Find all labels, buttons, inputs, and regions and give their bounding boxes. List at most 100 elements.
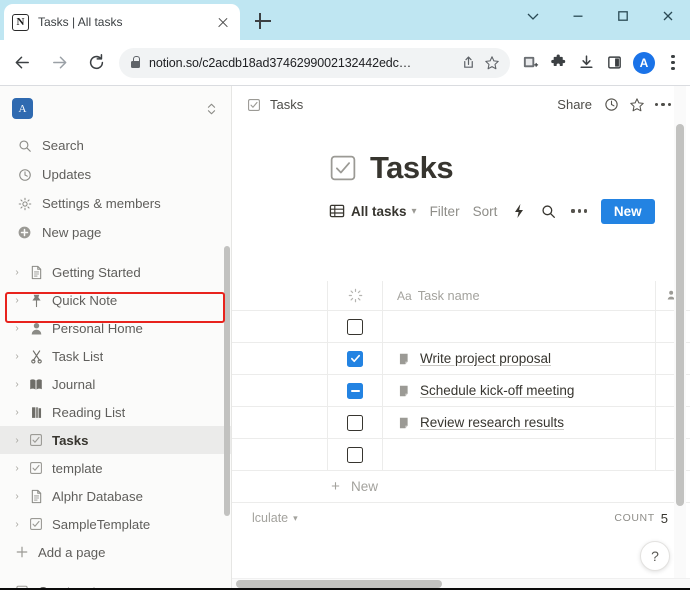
- updown-chevron-icon[interactable]: [202, 99, 220, 119]
- table-row[interactable]: Write project proposal: [232, 343, 690, 375]
- row-checkbox[interactable]: [347, 414, 363, 431]
- row-name-cell[interactable]: Review research results: [383, 407, 656, 438]
- row-checkbox[interactable]: [347, 382, 363, 399]
- forward-arrow-icon[interactable]: [44, 48, 74, 78]
- address-bar[interactable]: notion.so/c2acdb18ad3746299002132442edc…: [119, 47, 510, 78]
- more-dots-icon[interactable]: [650, 93, 676, 117]
- downloads-icon[interactable]: [572, 48, 600, 78]
- kebab-menu-icon[interactable]: [660, 48, 686, 78]
- row-name-cell[interactable]: Schedule kick-off meeting: [383, 375, 656, 406]
- sidebar-scrollbar[interactable]: [224, 246, 230, 516]
- new-record-button[interactable]: New: [600, 198, 655, 224]
- chevron-right-icon[interactable]: ›: [10, 265, 24, 279]
- breadcrumb[interactable]: Tasks: [270, 97, 303, 112]
- sidebar-page-alphr-database[interactable]: › Alphr Database: [0, 482, 232, 510]
- workspace-avatar: A: [12, 98, 33, 119]
- document-icon: [27, 488, 45, 505]
- sidebar-add-a-page[interactable]: Add a page: [0, 538, 232, 566]
- sidebar-page-task-list[interactable]: › Task List: [0, 342, 232, 370]
- main-scrollbar[interactable]: [676, 124, 684, 506]
- sidebar-page-getting-started[interactable]: › Getting Started: [0, 258, 232, 286]
- row-checkbox[interactable]: [347, 446, 363, 463]
- current-view-name[interactable]: All tasks: [351, 204, 407, 219]
- close-icon[interactable]: [214, 13, 232, 31]
- help-button[interactable]: ?: [640, 541, 670, 571]
- close-window-icon[interactable]: [645, 0, 690, 32]
- search-icon[interactable]: [540, 203, 557, 220]
- sidebar-item-label: New page: [42, 225, 102, 240]
- page-title-row: Tasks: [232, 152, 690, 183]
- star-icon[interactable]: [480, 51, 504, 75]
- sidebar-page-personal-home[interactable]: › Personal Home: [0, 314, 232, 342]
- calculate-button[interactable]: lculate ▾: [252, 511, 298, 525]
- sidebar-page-sampletemplate[interactable]: › SampleTemplate: [0, 510, 232, 538]
- table-row[interactable]: [232, 311, 690, 343]
- row-checkbox-cell[interactable]: [328, 439, 383, 470]
- workspace-header[interactable]: A: [0, 86, 232, 131]
- side-panel-icon[interactable]: [600, 48, 628, 78]
- clock-icon[interactable]: [598, 93, 624, 117]
- reload-icon[interactable]: [81, 48, 111, 78]
- chevron-right-icon[interactable]: ›: [10, 377, 24, 391]
- screen-capture-icon[interactable]: [516, 48, 544, 78]
- row-checkbox[interactable]: [347, 350, 363, 367]
- maximize-icon[interactable]: [600, 0, 645, 32]
- row-checkbox-cell[interactable]: [328, 407, 383, 438]
- plus-icon: +: [331, 478, 340, 495]
- table-row[interactable]: [232, 439, 690, 471]
- horizontal-scrollbar[interactable]: [236, 580, 442, 588]
- table-row[interactable]: Review research results: [232, 407, 690, 439]
- sidebar: A Search Updates Settings & members New …: [0, 86, 232, 590]
- column-header-done[interactable]: [328, 281, 383, 310]
- table-row[interactable]: Schedule kick-off meeting: [232, 375, 690, 407]
- chevron-right-icon[interactable]: ›: [10, 461, 24, 475]
- chevron-right-icon[interactable]: ›: [10, 293, 24, 307]
- sidebar-item-search[interactable]: Search: [0, 131, 232, 160]
- row-name-cell[interactable]: [383, 311, 656, 342]
- row-checkbox-cell[interactable]: [328, 375, 383, 406]
- row-checkbox-cell[interactable]: [328, 311, 383, 342]
- main-content: Tasks Share Tasks All tasks ▾ Filter Sor…: [232, 86, 690, 590]
- page-document-icon: [397, 415, 412, 430]
- extensions-puzzle-icon[interactable]: [544, 48, 572, 78]
- sort-button[interactable]: Sort: [473, 204, 498, 219]
- chevron-right-icon[interactable]: ›: [10, 433, 24, 447]
- sidebar-page-journal[interactable]: › Journal: [0, 370, 232, 398]
- chevron-down-icon[interactable]: [510, 0, 555, 32]
- sidebar-page-label: Reading List: [52, 404, 126, 420]
- sidebar-item-new-page[interactable]: New page: [0, 218, 232, 247]
- row-name-cell[interactable]: Write project proposal: [383, 343, 656, 374]
- minimize-icon[interactable]: [555, 0, 600, 32]
- sidebar-item-updates[interactable]: Updates: [0, 160, 232, 189]
- browser-tab[interactable]: N Tasks | All tasks: [4, 4, 240, 40]
- books-icon: [27, 404, 45, 421]
- chevron-right-icon[interactable]: ›: [10, 489, 24, 503]
- add-new-row-button[interactable]: + New: [232, 471, 690, 503]
- document-body: Tasks All tasks ▾ Filter Sort New Aa Tas…: [232, 123, 690, 590]
- sidebar-page-template[interactable]: › template: [0, 454, 232, 482]
- profile-avatar[interactable]: A: [633, 51, 655, 74]
- chevron-right-icon[interactable]: ›: [10, 517, 24, 531]
- row-checkbox-cell[interactable]: [328, 343, 383, 374]
- sidebar-item-settings[interactable]: Settings & members: [0, 189, 232, 218]
- chevron-down-icon[interactable]: ▾: [412, 206, 417, 217]
- sidebar-page-quick-note[interactable]: › Quick Note: [0, 286, 232, 314]
- sidebar-page-label: Personal Home: [52, 320, 143, 336]
- lightning-icon[interactable]: [510, 203, 527, 220]
- more-dots-icon[interactable]: [571, 209, 587, 213]
- chevron-right-icon[interactable]: ›: [10, 405, 24, 419]
- share-button[interactable]: Share: [551, 94, 598, 115]
- share-icon[interactable]: [456, 51, 480, 75]
- back-arrow-icon[interactable]: [7, 48, 37, 78]
- filter-button[interactable]: Filter: [430, 204, 460, 219]
- sidebar-page-reading-list[interactable]: › Reading List: [0, 398, 232, 426]
- row-checkbox[interactable]: [347, 318, 363, 335]
- checkbox-icon: [27, 460, 45, 477]
- row-name-cell[interactable]: [383, 439, 656, 470]
- chevron-right-icon[interactable]: ›: [10, 349, 24, 363]
- sidebar-page-tasks[interactable]: › Tasks: [0, 426, 232, 454]
- chevron-right-icon[interactable]: ›: [10, 321, 24, 335]
- star-icon[interactable]: [624, 93, 650, 117]
- new-tab-button[interactable]: [252, 10, 274, 32]
- column-header-task-name[interactable]: Aa Task name: [383, 281, 656, 310]
